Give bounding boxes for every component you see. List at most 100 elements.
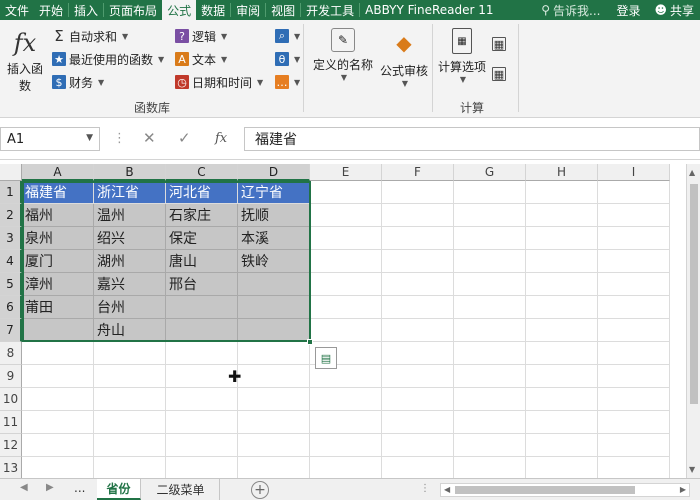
cell-d7[interactable] xyxy=(238,319,310,342)
cell-h10[interactable] xyxy=(526,388,598,411)
cell-b7[interactable]: 舟山 xyxy=(94,319,166,342)
row-header-9[interactable]: 9 xyxy=(0,365,22,388)
logical-button[interactable]: ? 逻辑 ▼ xyxy=(175,26,227,46)
cell-b11[interactable] xyxy=(94,411,166,434)
scroll-down-icon[interactable]: ▼ xyxy=(689,465,695,474)
cell-d13[interactable] xyxy=(238,457,310,478)
cell-a9[interactable] xyxy=(22,365,94,388)
cell-f8[interactable] xyxy=(382,342,454,365)
cell-g2[interactable] xyxy=(454,204,526,227)
cell-i5[interactable] xyxy=(598,273,670,296)
name-box[interactable]: A1 ▼ xyxy=(0,127,100,151)
cell-g10[interactable] xyxy=(454,388,526,411)
horizontal-scroll-thumb[interactable] xyxy=(455,486,635,494)
cell-c6[interactable] xyxy=(166,296,238,319)
tab-home[interactable]: 开始 xyxy=(34,0,68,20)
next-sheet-icon[interactable]: ▶ xyxy=(46,482,54,493)
column-header-g[interactable]: G xyxy=(454,164,526,181)
cell-a6[interactable]: 莆田 xyxy=(22,296,94,319)
cell-e13[interactable] xyxy=(310,457,382,478)
select-all-corner[interactable] xyxy=(0,164,22,181)
cell-h3[interactable] xyxy=(526,227,598,250)
cell-i10[interactable] xyxy=(598,388,670,411)
cell-g9[interactable] xyxy=(454,365,526,388)
math-button[interactable]: θ ▼ xyxy=(275,49,300,69)
cell-f13[interactable] xyxy=(382,457,454,478)
cell-f12[interactable] xyxy=(382,434,454,457)
cell-a12[interactable] xyxy=(22,434,94,457)
cell-i12[interactable] xyxy=(598,434,670,457)
cell-c11[interactable] xyxy=(166,411,238,434)
cell-b2[interactable]: 温州 xyxy=(94,204,166,227)
row-header-4[interactable]: 4 xyxy=(0,250,22,273)
cell-h2[interactable] xyxy=(526,204,598,227)
cell-c2[interactable]: 石家庄 xyxy=(166,204,238,227)
cell-g1[interactable] xyxy=(454,181,526,204)
vertical-scrollbar[interactable]: ▲ ▼ xyxy=(686,164,700,478)
column-header-e[interactable]: E xyxy=(310,164,382,181)
add-sheet-button[interactable]: + xyxy=(251,481,269,499)
cell-h5[interactable] xyxy=(526,273,598,296)
cell-d9[interactable] xyxy=(238,365,310,388)
column-header-b[interactable]: B xyxy=(94,164,166,181)
tab-split-handle-icon[interactable]: ⋮ xyxy=(420,483,430,494)
cell-e4[interactable] xyxy=(310,250,382,273)
row-header-1[interactable]: 1 xyxy=(0,181,22,204)
cell-a8[interactable] xyxy=(22,342,94,365)
row-header-2[interactable]: 2 xyxy=(0,204,22,227)
cell-a10[interactable] xyxy=(22,388,94,411)
tab-page-layout[interactable]: 页面布局 xyxy=(104,0,162,20)
cell-h12[interactable] xyxy=(526,434,598,457)
cell-d1[interactable]: 辽宁省 xyxy=(238,181,310,204)
cell-a2[interactable]: 福州 xyxy=(22,204,94,227)
cell-b12[interactable] xyxy=(94,434,166,457)
calculate-now-button[interactable]: ▦ xyxy=(492,34,506,54)
cell-d3[interactable]: 本溪 xyxy=(238,227,310,250)
cell-g12[interactable] xyxy=(454,434,526,457)
row-header-6[interactable]: 6 xyxy=(0,296,22,319)
cell-f11[interactable] xyxy=(382,411,454,434)
worksheet-grid[interactable]: ABCDEFGHI 1234567891011121314 福建省浙江省河北省辽… xyxy=(0,164,686,478)
cell-d6[interactable] xyxy=(238,296,310,319)
sheet-tab-secondary-menu[interactable]: 二级菜单 xyxy=(142,479,220,500)
cell-d11[interactable] xyxy=(238,411,310,434)
datetime-button[interactable]: ◷ 日期和时间 ▼ xyxy=(175,72,263,92)
cell-d12[interactable] xyxy=(238,434,310,457)
cell-g6[interactable] xyxy=(454,296,526,319)
cell-c13[interactable] xyxy=(166,457,238,478)
calculate-sheet-button[interactable]: ▦ xyxy=(492,64,506,84)
cell-h9[interactable] xyxy=(526,365,598,388)
cell-b13[interactable] xyxy=(94,457,166,478)
cell-f5[interactable] xyxy=(382,273,454,296)
cell-a11[interactable] xyxy=(22,411,94,434)
cell-h13[interactable] xyxy=(526,457,598,478)
cell-a1[interactable]: 福建省 xyxy=(22,181,94,204)
column-header-h[interactable]: H xyxy=(526,164,598,181)
cell-g5[interactable] xyxy=(454,273,526,296)
cell-d4[interactable]: 铁岭 xyxy=(238,250,310,273)
cell-c5[interactable]: 邢台 xyxy=(166,273,238,296)
cell-c3[interactable]: 保定 xyxy=(166,227,238,250)
defined-names-button[interactable]: ✎ 定义的名称 ▼ xyxy=(310,28,376,82)
cell-g3[interactable] xyxy=(454,227,526,250)
cell-b3[interactable]: 绍兴 xyxy=(94,227,166,250)
cell-i3[interactable] xyxy=(598,227,670,250)
quick-analysis-button[interactable]: ▤ xyxy=(315,347,337,369)
horizontal-scrollbar[interactable]: ◀ ▶ xyxy=(440,483,690,497)
cell-h8[interactable] xyxy=(526,342,598,365)
cell-f9[interactable] xyxy=(382,365,454,388)
cell-a3[interactable]: 泉州 xyxy=(22,227,94,250)
tab-formulas[interactable]: 公式 xyxy=(162,0,197,20)
cell-d8[interactable] xyxy=(238,342,310,365)
cell-h11[interactable] xyxy=(526,411,598,434)
cell-g4[interactable] xyxy=(454,250,526,273)
cell-e1[interactable] xyxy=(310,181,382,204)
cell-e6[interactable] xyxy=(310,296,382,319)
column-header-i[interactable]: I xyxy=(598,164,670,181)
cell-h4[interactable] xyxy=(526,250,598,273)
cancel-icon[interactable]: ✕ xyxy=(143,129,156,147)
cell-c1[interactable]: 河北省 xyxy=(166,181,238,204)
cell-e5[interactable] xyxy=(310,273,382,296)
more-functions-button[interactable]: … ▼ xyxy=(275,72,300,92)
cell-e2[interactable] xyxy=(310,204,382,227)
